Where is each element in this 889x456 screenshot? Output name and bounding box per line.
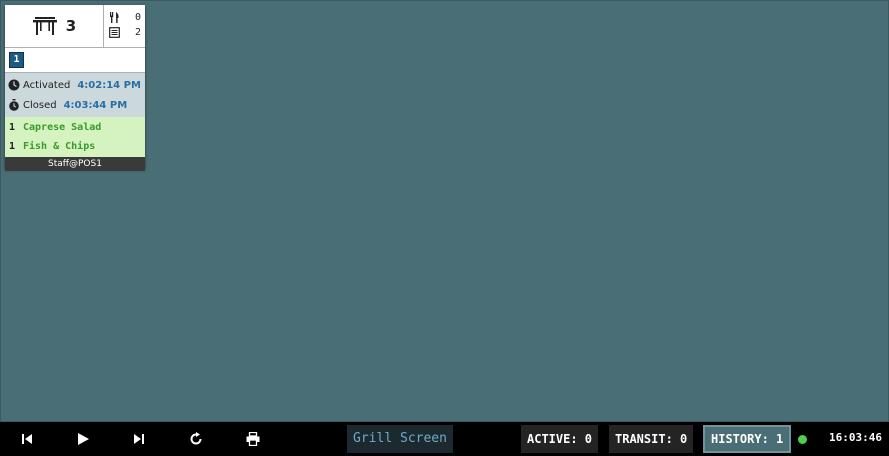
closed-row: Closed 4:03:44 PM — [5, 95, 145, 115]
activated-time: 4:02:14 PM — [77, 79, 141, 91]
skip-forward-icon — [134, 434, 144, 444]
table-indicator: 3 — [5, 5, 104, 47]
skip-forward-button[interactable] — [129, 429, 149, 449]
activated-row: Activated 4:02:14 PM — [5, 75, 145, 95]
item-qty: 1 — [9, 141, 16, 152]
ticket-header: 3 0 2 — [5, 5, 145, 48]
seat-row: 1 — [5, 48, 145, 73]
print-icon — [246, 432, 260, 446]
item-name: Caprese Salad — [23, 122, 102, 133]
cutlery-icon — [110, 12, 119, 23]
bottom-toolbar: Grill Screen ACTIVE: 0 TRANSIT: 0 HISTOR… — [0, 422, 889, 456]
activated-label: Activated — [23, 79, 71, 91]
play-button[interactable] — [73, 429, 93, 449]
clock: 16:03:46 — [829, 431, 882, 444]
ticket-times: Activated 4:02:14 PM Closed 4:03:44 PM — [5, 73, 145, 117]
skip-back-icon — [22, 434, 32, 444]
table-number: 3 — [65, 17, 77, 35]
list-item[interactable]: 1 Fish & Chips — [5, 137, 145, 156]
closed-time: 4:03:44 PM — [63, 99, 128, 111]
cutlery-count: 0 — [134, 12, 141, 23]
refresh-icon — [190, 432, 202, 445]
transit-counter-button[interactable]: TRANSIT: 0 — [609, 425, 694, 453]
history-counter-button[interactable]: HISTORY: 1 — [703, 425, 792, 453]
ticket-footer: Staff@POS1 — [5, 157, 145, 171]
list-item[interactable]: 1 Caprese Salad — [5, 118, 145, 137]
receipt-count: 2 — [134, 27, 141, 38]
active-counter-button[interactable]: ACTIVE: 0 — [521, 425, 599, 453]
ticket-items: 1 Caprese Salad 1 Fish & Chips — [5, 117, 145, 157]
play-icon — [78, 433, 89, 445]
clock-icon — [8, 79, 20, 91]
receipt-icon — [109, 27, 120, 38]
order-ticket[interactable]: 3 0 2 1 Activated 4:02:14 PM Closed 4:03… — [5, 5, 145, 171]
table-icon — [32, 17, 57, 35]
seat-badge[interactable]: 1 — [9, 52, 24, 68]
skip-back-button[interactable] — [17, 429, 37, 449]
refresh-button[interactable] — [186, 429, 206, 449]
screen-name[interactable]: Grill Screen — [347, 425, 453, 453]
connection-status-indicator — [798, 435, 807, 444]
ticket-counts: 0 2 — [104, 5, 145, 47]
stopwatch-icon — [9, 99, 19, 111]
print-button[interactable] — [243, 429, 263, 449]
item-name: Fish & Chips — [23, 141, 96, 152]
item-qty: 1 — [9, 122, 16, 133]
closed-label: Closed — [23, 99, 57, 111]
